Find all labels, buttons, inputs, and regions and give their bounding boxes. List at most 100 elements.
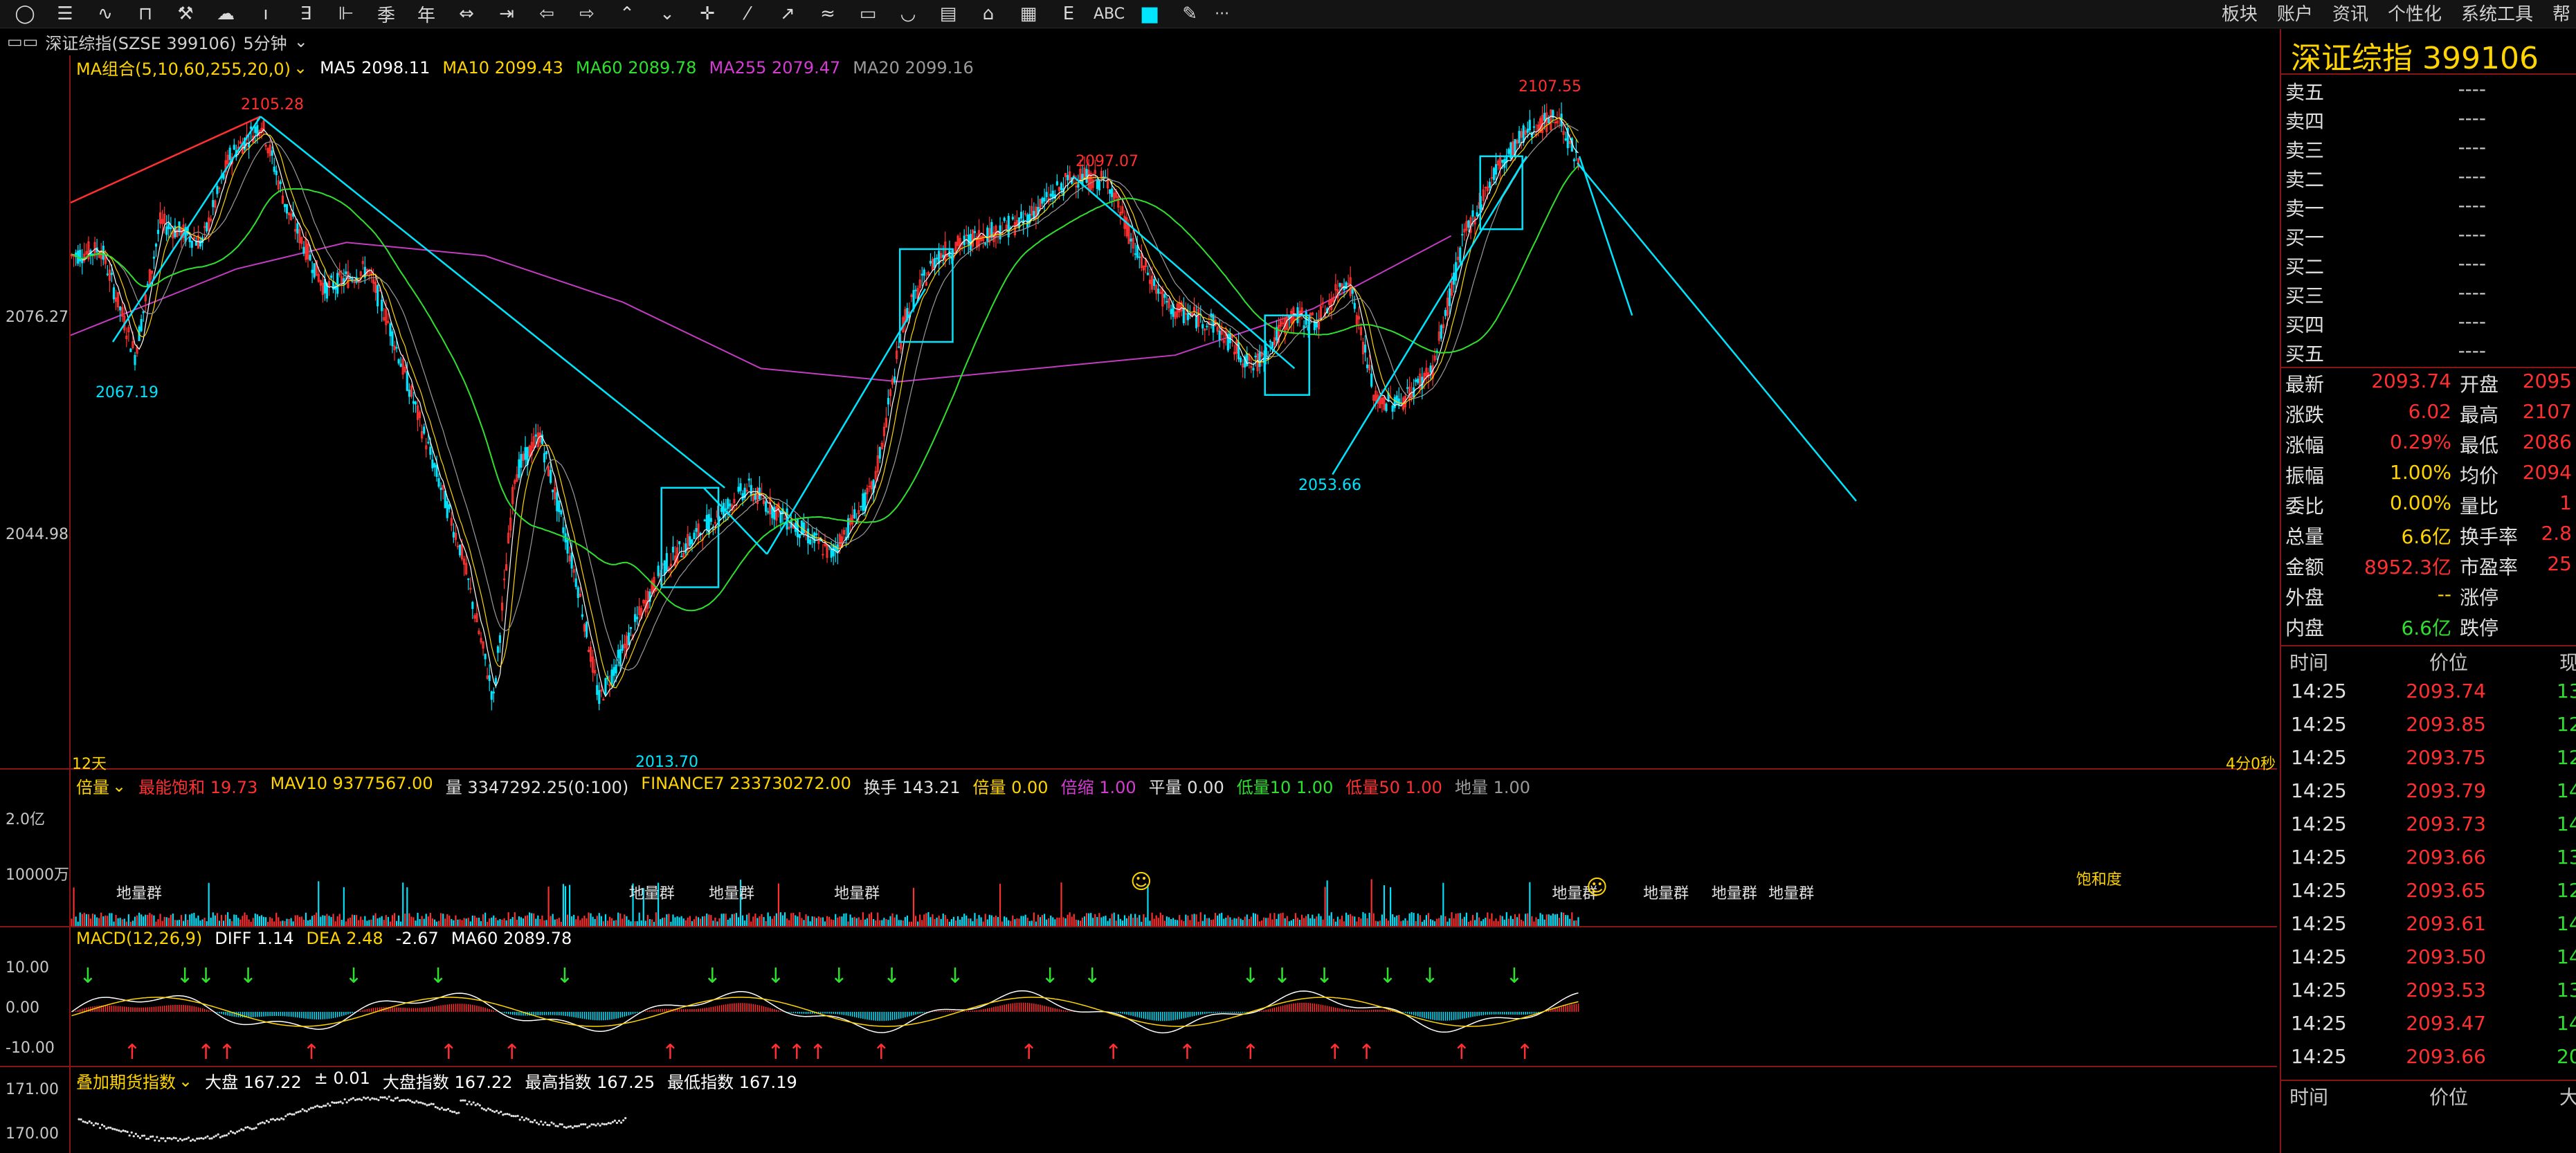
candlestick-chart[interactable]: 2105.28 2067.19 2097.07 2013.70 2053.66 … [71,76,2277,767]
volume-chart[interactable]: 地量群 地量群 地量群 地量群 地量群 地量群 地量群 地量群饱和度☺ ☺ [71,796,2277,926]
segment-icon[interactable]: ↗ [772,3,803,25]
tick-price: 2093.50 [2406,945,2486,968]
volume-bar [1165,916,1168,926]
ruler-icon[interactable]: ▤ [933,3,963,25]
volume-bar [1100,917,1103,926]
menu-system-tools[interactable]: 系统工具 [2461,0,2533,25]
menu-personalize[interactable]: 个性化 [2388,0,2442,25]
volume-bar [851,917,853,926]
futures-point [212,1136,215,1138]
volume-bar [1354,916,1356,926]
menu-news[interactable]: 资讯 [2332,0,2368,25]
list-icon[interactable]: ☰ [50,3,80,25]
futures-point [536,1121,538,1124]
home-icon[interactable]: ⌂ [973,3,1004,25]
volume-bar [556,918,558,926]
chevron-down-icon[interactable]: ⌄ [112,777,126,796]
volume-bar [1548,914,1550,926]
macd-chart[interactable]: ↓ ↓ ↓ ↓ ↓ ↓ ↓ ↓ ↓ ↓ ↓ ↓ ↓ ↓ ↓ ↓ ↓ ↓ ↓ ↓↑ ↑ ↑ ↑ ↑ ↑ ↑ ↑ ↑ ↑ ↑ ↑ ↑ ↑ ↑ ↑ ↑ ↑ ↑ [71,948,2277,1064]
candle-body [408,390,410,397]
circle-icon[interactable]: ◯ [10,3,40,25]
volume-bar [475,918,478,926]
volume-bar [400,921,402,926]
chevron-down-icon[interactable]: ⌄ [294,32,308,51]
bar-icon[interactable]: ⊩ [331,3,361,25]
volume-bar [286,918,288,926]
volume-bar [347,918,350,926]
futures-point [356,1098,359,1101]
trend-line[interactable] [1578,156,1633,316]
futures-chart[interactable] [71,1089,2277,1153]
arrow-jump-icon[interactable]: ⇥ [491,3,522,25]
candle-body [1370,373,1373,387]
rect-icon[interactable]: ▭ [853,3,883,25]
volume-bar [1086,913,1088,926]
macd-axis-label: -10.00 [6,1039,55,1057]
tick-footer-time: 时间 [2289,1086,2329,1109]
volume-indicator-label[interactable]: 倍量 [76,774,109,798]
volume-bar [1413,913,1415,926]
low-annotation: 2013.70 [635,754,698,767]
security-name[interactable]: 深证综指(SZSE 399106) [45,30,236,54]
volume-bar [586,918,588,926]
crosshair-icon[interactable]: ✛ [692,3,723,25]
abc-text-tool[interactable]: ABC [1094,6,1125,23]
trend-line[interactable] [260,116,725,489]
volume-bar [1242,920,1244,926]
volume-bar [1185,914,1187,926]
volume-bar [1033,912,1035,926]
volume-bar [693,919,696,926]
trend-line[interactable] [1576,162,1857,502]
trend-line[interactable] [1072,175,1296,370]
volume-bar [1121,920,1123,926]
arrow-down-icon[interactable]: ⌄ [652,3,682,25]
volume-bar [326,914,328,926]
candle-body [720,507,723,512]
volume-bar [1400,921,1402,926]
text-e-icon[interactable]: E [1053,3,1084,25]
menu-account[interactable]: 账户 [2277,0,2313,25]
volume-bar [1360,918,1362,926]
menu-sector[interactable]: 板块 [2222,0,2258,25]
volume-bar [322,915,324,926]
wave-icon[interactable]: ≈ [813,3,843,25]
arc-icon[interactable]: ◡ [893,3,923,25]
arrow-lr-icon[interactable]: ⇔ [451,3,482,25]
menu-help[interactable]: 帮 [2552,0,2570,25]
futures-point [421,1102,424,1105]
period-selector[interactable]: 5分钟 [243,30,287,54]
volume-bar [294,915,296,926]
volume-bar [906,915,908,926]
season-icon[interactable]: 季 [371,3,401,26]
trend-line[interactable] [766,288,926,555]
grid-icon[interactable]: ▦ [1013,3,1044,25]
buy-arrow-icon: ↓ [704,964,721,988]
more-button[interactable]: ··· [1215,6,1229,23]
color-swatch-icon[interactable]: ■ [1134,2,1165,26]
arrow-up-icon[interactable]: ⌃ [612,3,642,25]
futures-point [415,1100,418,1102]
cloud-icon[interactable]: ☁ [210,3,241,25]
tools-icon[interactable]: ⚒ [170,3,201,25]
volume-bar [1223,918,1225,926]
chevron-down-icon[interactable]: ⌄ [293,58,307,78]
candle-icon[interactable]: ⊓ [130,3,161,25]
pen-icon[interactable]: ✎ [1174,3,1205,25]
year-icon[interactable]: 年 [411,3,442,26]
arrow-left-icon[interactable]: ⇦ [532,3,562,25]
candle-body [1564,138,1567,140]
tick-icon[interactable]: ı [251,3,281,25]
volume-bar [307,920,309,926]
arrow-right-icon[interactable]: ⇨ [572,3,602,25]
step-icon[interactable]: ∃ [291,3,321,25]
macd-legend-item: DEA 2.48 [306,929,383,948]
chevron-down-icon[interactable]: ⌄ [179,1071,192,1091]
layout-icon[interactable]: ▭▭ [7,32,38,51]
quote-title: 深证综指 399106 [2291,41,2539,76]
volume-bar [1225,918,1227,926]
line-chart-icon[interactable]: ∿ [90,3,120,25]
futures-point [80,1118,82,1121]
macd-indicator-label[interactable]: MACD(12,26,9) [76,929,202,948]
volume-bar [269,917,271,926]
line-icon[interactable]: ⁄ [732,3,763,25]
